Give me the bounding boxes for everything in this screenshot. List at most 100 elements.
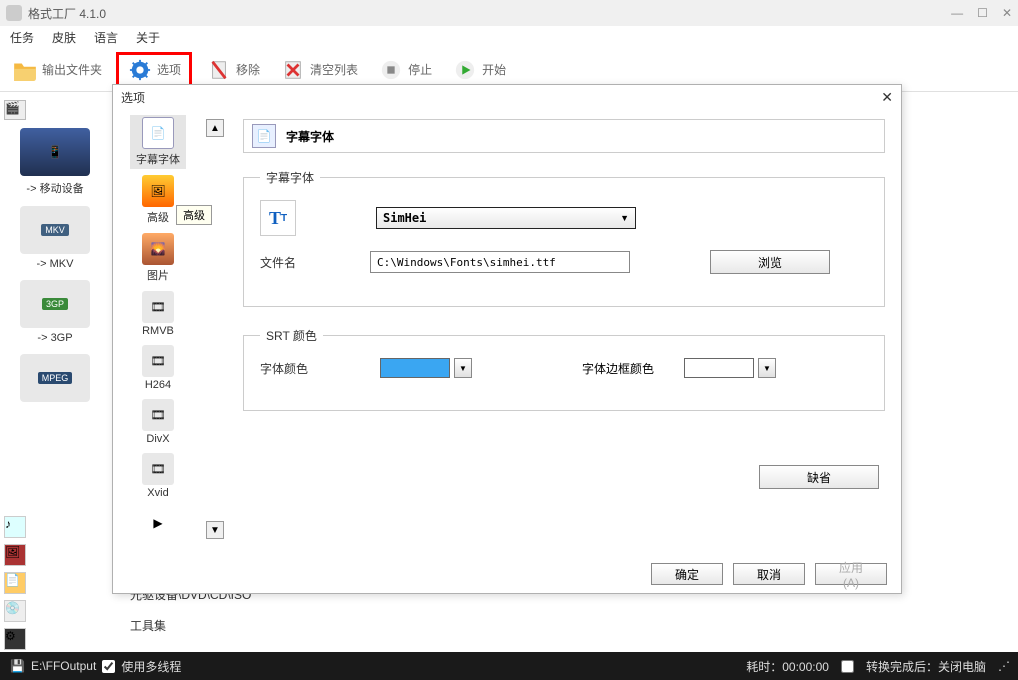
border-color-swatch [684,358,754,378]
elapsed-value: 00:00:00 [782,660,829,674]
tools-category-icon[interactable]: ⚙ [4,628,26,650]
srt-color-group: SRT 颜色 字体颜色 ▼ 字体边框颜色 ▼ [243,327,885,411]
cancel-button[interactable]: 取消 [733,563,805,585]
apply-button[interactable]: 应用 (A) [815,563,887,585]
opt-xvid[interactable]: 🎞 Xvid [130,451,186,501]
resize-grip-icon[interactable]: ⋰ [998,659,1008,673]
remove-icon [206,57,232,83]
scroll-down-button[interactable]: ▼ [206,521,224,539]
menubar: 任务 皮肤 语言 关于 [0,26,1018,48]
dialog-close-button[interactable]: ✕ [881,89,893,106]
font-color-dropdown-icon: ▼ [454,358,472,378]
statusbar: 💾 E:\FFOutput 使用多线程 耗时：00:00:00 转换完成后：关闭… [0,652,1018,680]
picture-category-icon[interactable]: 🖼 [4,544,26,566]
card-mobile-label: -> 移动设备 [4,180,106,196]
section-header-icon: 📄 [252,124,276,148]
minimize-button[interactable]: — [951,6,963,20]
picture-icon: 🌄 [142,233,174,265]
file-path-input[interactable] [370,251,630,273]
section-header: 📄 字幕字体 [243,119,885,153]
after-convert-checkbox[interactable] [841,660,854,673]
border-color-label: 字体边框颜色 [582,360,654,377]
ok-button[interactable]: 确定 [651,563,723,585]
film-icon[interactable]: 🎬 [4,100,26,120]
maximize-button[interactable]: ☐ [977,6,988,20]
browse-button[interactable]: 浏览 [710,250,830,274]
start-label: 开始 [482,61,506,78]
mkv-icon: MKV [20,206,90,254]
subtitle-font-group: 字幕字体 TT SimHei ▼ 文件名 浏览 [243,169,885,307]
card-3gp-label: -> 3GP [4,332,106,344]
multithread-checkbox[interactable] [102,660,115,673]
stop-icon [378,57,404,83]
opt-picture[interactable]: 🌄 图片 [130,231,186,285]
file-name-label: 文件名 [260,254,350,271]
opt-divx-label: DivX [132,433,184,445]
dialog-buttons: 确定 取消 应用 (A) [651,563,887,585]
card-mkv[interactable]: MKV -> MKV [4,206,106,270]
opt-rmvb-label: RMVB [132,325,184,337]
default-button[interactable]: 缺省 [759,465,879,489]
font-color-label: 字体颜色 [260,360,350,377]
xvid-icon: 🎞 [142,453,174,485]
opt-divx[interactable]: 🎞 DivX [130,397,186,447]
opt-advanced-tooltip: 高级 [176,205,212,225]
window-controls: — ☐ ✕ [951,6,1012,20]
opt-subtitle-font[interactable]: 📄 字幕字体 [130,115,186,169]
app-icon [6,5,22,21]
options-list: 📄 字幕字体 🖼 高级 高级 🌄 图片 🎞 RMVB 🎞 H264 🎞 [113,109,203,549]
opt-h264[interactable]: 🎞 H264 [130,343,186,393]
menu-tasks[interactable]: 任务 [10,29,34,46]
scroll-arrows: ▲ ▼ [203,109,227,549]
mobile-device-icon: 📱 [20,128,90,176]
card-mpeg[interactable]: MPEG [4,354,106,402]
opt-advanced[interactable]: 🖼 高级 高级 [130,173,186,227]
remove-button[interactable]: 移除 [200,53,266,87]
3gp-icon: 3GP [20,280,90,328]
clear-list-button[interactable]: 清空列表 [274,53,364,87]
after-value: 关闭电脑 [938,660,986,674]
card-3gp[interactable]: 3GP -> 3GP [4,280,106,344]
card-mkv-label: -> MKV [4,258,106,270]
app-title: 格式工厂 4.1.0 [28,5,106,22]
clear-icon [280,57,306,83]
output-path[interactable]: E:\FFOutput [31,659,96,673]
opt-subtitle-font-label: 字幕字体 [132,151,184,167]
dialog-titlebar: 选项 ✕ [113,85,901,109]
menu-language[interactable]: 语言 [94,29,118,46]
opt-picture-label: 图片 [132,267,184,283]
options-content: 📄 字幕字体 字幕字体 TT SimHei ▼ 文件名 浏览 [227,109,901,549]
audio-category-icon[interactable]: ♪ [4,516,26,538]
document-category-icon[interactable]: 📄 [4,572,26,594]
subtitle-font-icon: 📄 [142,117,174,149]
opt-more[interactable]: ▶ [130,505,186,541]
border-color-picker[interactable]: ▼ [684,358,776,378]
border-color-dropdown-icon: ▼ [758,358,776,378]
start-button[interactable]: 开始 [446,53,512,87]
close-button[interactable]: ✕ [1002,6,1012,20]
font-color-swatch [380,358,450,378]
drive-icon: 💾 [10,659,25,673]
menu-about[interactable]: 关于 [136,29,160,46]
elapsed-label: 耗时： [746,660,782,674]
menu-skin[interactable]: 皮肤 [52,29,76,46]
font-color-picker[interactable]: ▼ [380,358,472,378]
titlebar: 格式工厂 4.1.0 — ☐ ✕ [0,0,1018,26]
divx-icon: 🎞 [142,399,174,431]
options-button[interactable]: 选项 [116,52,192,88]
opt-h264-label: H264 [132,379,184,391]
options-dialog: 选项 ✕ 📄 字幕字体 🖼 高级 高级 🌄 图片 🎞 RMVB � [112,84,902,594]
media-player-icon: ▶ [142,507,174,539]
opt-rmvb[interactable]: 🎞 RMVB [130,289,186,339]
rmvb-icon: 🎞 [142,291,174,323]
font-select-dropdown[interactable]: SimHei ▼ [376,207,636,229]
dialog-title: 选项 [121,89,145,106]
h264-icon: 🎞 [142,345,174,377]
clear-label: 清空列表 [310,61,358,78]
scroll-up-button[interactable]: ▲ [206,119,224,137]
card-mobile[interactable]: 📱 -> 移动设备 [4,128,106,196]
tools-label[interactable]: 工具集 [130,617,251,634]
output-folder-button[interactable]: 输出文件夹 [6,53,108,87]
stop-button[interactable]: 停止 [372,53,438,87]
disc-category-icon[interactable]: 💿 [4,600,26,622]
